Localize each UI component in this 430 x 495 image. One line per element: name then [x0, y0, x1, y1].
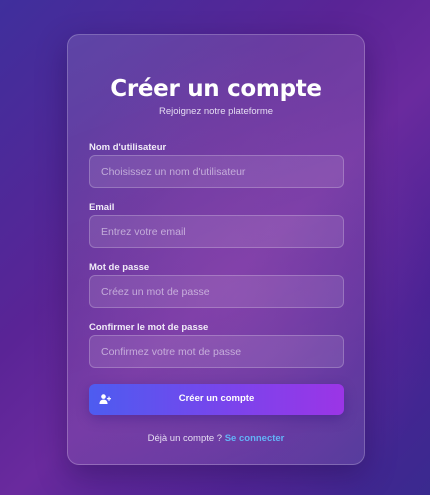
username-label: Nom d'utilisateur — [89, 142, 167, 153]
login-prompt-text: Déjà un compte ? — [147, 433, 223, 444]
create-account-button-label: Créer un compte — [178, 393, 255, 404]
create-account-button[interactable]: Créer un compte — [89, 384, 344, 415]
password-label: Mot de passe — [89, 262, 150, 273]
page-title: Créer un compte — [110, 76, 322, 102]
username-input[interactable] — [89, 155, 344, 188]
signup-card: Créer un compte Rejoignez notre platefor… — [67, 34, 365, 465]
password-input[interactable] — [89, 275, 344, 308]
confirm-password-input[interactable] — [89, 335, 344, 368]
confirm-password-label: Confirmer le mot de passe — [89, 322, 209, 333]
login-prompt: Déjà un compte ? Se connecter — [68, 433, 364, 445]
login-link[interactable]: Se connecter — [225, 433, 285, 444]
email-label: Email — [89, 202, 115, 213]
email-input[interactable] — [89, 215, 344, 248]
page-subtitle: Rejoignez notre plateforme — [158, 106, 274, 117]
